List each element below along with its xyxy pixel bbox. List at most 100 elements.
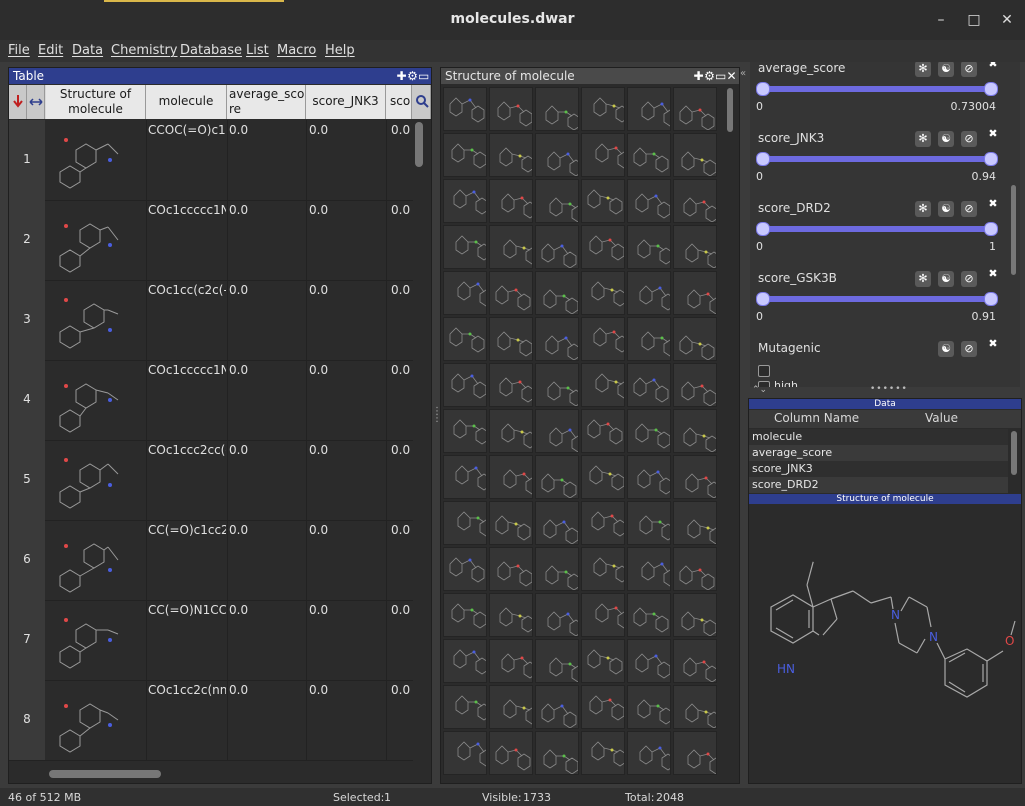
structure-thumbnail[interactable]	[489, 501, 533, 545]
structure-thumbnail[interactable]	[581, 639, 625, 683]
structure-thumbnail[interactable]	[535, 685, 579, 729]
structure-thumbnail[interactable]	[443, 547, 487, 591]
structure-thumbnail[interactable]	[535, 547, 581, 591]
range-slider-track[interactable]	[762, 86, 992, 92]
structure-thumbnail[interactable]	[443, 639, 489, 683]
structure-thumbnail[interactable]	[627, 685, 673, 729]
data-row-molecule[interactable]: molecule	[749, 429, 1008, 445]
structure-thumbnail[interactable]	[535, 363, 583, 407]
structure-thumbnail[interactable]	[581, 501, 627, 545]
structure-thumbnail[interactable]	[535, 731, 579, 775]
structure-thumbnail[interactable]	[673, 179, 719, 223]
data-row-score-drd2[interactable]: score_DRD2	[749, 477, 1008, 493]
structure-thumbnail[interactable]	[535, 501, 579, 545]
structure-thumbnail[interactable]	[627, 363, 671, 407]
structure-thumbnail[interactable]	[581, 593, 631, 637]
structure-thumbnail[interactable]	[581, 731, 627, 775]
structure-thumbnail[interactable]	[489, 593, 535, 637]
data-row-average-score[interactable]: average_score	[749, 445, 1008, 461]
structure-thumbnail[interactable]	[581, 179, 625, 223]
disable-filter-icon[interactable]: ⊘	[961, 131, 977, 147]
sort-down-icon[interactable]	[9, 85, 27, 119]
range-slider-min-knob[interactable]	[756, 292, 770, 306]
range-slider-track[interactable]	[762, 226, 992, 232]
structure-thumbnail[interactable]	[581, 317, 629, 361]
filter-vscroll[interactable]	[1011, 185, 1016, 275]
structure-thumbnail[interactable]	[535, 409, 585, 453]
structure-thumbnail[interactable]	[443, 455, 491, 499]
structure-thumbnail[interactable]	[581, 225, 625, 269]
range-slider-min-knob[interactable]	[756, 82, 770, 96]
range-slider-max-knob[interactable]	[984, 152, 998, 166]
table-row[interactable]: 8 COc1cc2c(nn1 0.0 0.0 0.0	[9, 680, 413, 761]
menu-macro[interactable]: Macro	[277, 43, 316, 58]
structure-thumbnail[interactable]	[673, 685, 719, 729]
minimize-button[interactable]: –	[933, 12, 949, 28]
menu-chemistry[interactable]: Chemistry	[111, 43, 178, 58]
range-slider-min-knob[interactable]	[756, 152, 770, 166]
structure-thumbnail[interactable]	[673, 87, 717, 131]
snowflake-icon[interactable]: ✻	[915, 271, 931, 287]
structure-thumbnail[interactable]	[581, 87, 629, 131]
range-slider-track[interactable]	[762, 296, 992, 302]
structure-thumbnail[interactable]	[673, 225, 719, 269]
maximize-view-icon[interactable]: ▭	[418, 68, 429, 84]
structure-thumbnail[interactable]	[673, 455, 719, 499]
range-slider-track[interactable]	[762, 156, 992, 162]
tools-icon[interactable]: ⚙	[704, 68, 715, 84]
structure-thumbnail[interactable]	[489, 271, 533, 315]
table-row[interactable]: 2 COc1ccccc1N 0.0 0.0 0.0	[9, 200, 413, 281]
range-slider-max-knob[interactable]	[984, 222, 998, 236]
structure-thumbnail[interactable]	[489, 317, 533, 361]
mutagenic-checkbox-1[interactable]	[758, 365, 770, 377]
table-row[interactable]: 5 COc1ccc2cc(- 0.0 0.0 0.0	[9, 440, 413, 521]
close-filter-icon[interactable]: ✖	[988, 198, 998, 209]
structure-thumbnail[interactable]	[673, 593, 717, 637]
structure-thumbnail[interactable]	[673, 363, 717, 407]
structure-thumbnail[interactable]	[627, 179, 671, 223]
close-filter-icon[interactable]: ✖	[988, 128, 998, 139]
collapse-panel-icon[interactable]: «	[740, 68, 748, 82]
maximize-button[interactable]: □	[966, 12, 982, 28]
yin-yang-icon[interactable]: ☯	[938, 131, 954, 147]
structure-thumbnail[interactable]	[673, 271, 719, 315]
structure-thumbnail[interactable]	[627, 547, 677, 591]
structure-thumbnail[interactable]	[627, 501, 675, 545]
data-row-score-jnk3[interactable]: score_JNK3	[749, 461, 1008, 477]
structure-thumbnail[interactable]	[535, 593, 583, 637]
yin-yang-icon[interactable]: ☯	[938, 201, 954, 217]
structure-thumbnail[interactable]	[443, 271, 493, 315]
close-view-icon[interactable]: ✕	[726, 68, 737, 84]
structure-thumbnail[interactable]	[627, 455, 673, 499]
range-slider-min-knob[interactable]	[756, 222, 770, 236]
structure-thumbnail[interactable]	[581, 409, 625, 453]
splitter-handle[interactable]: ⋮ ⋮	[432, 407, 442, 444]
structure-thumbnail[interactable]	[673, 547, 717, 591]
snowflake-icon[interactable]: ✻	[915, 62, 931, 77]
structure-thumbnail[interactable]	[627, 133, 671, 177]
table-hscroll[interactable]	[49, 770, 161, 778]
structure-thumbnail[interactable]	[535, 271, 579, 315]
structure-thumbnail[interactable]	[489, 225, 539, 269]
grid-vscroll[interactable]	[727, 88, 733, 132]
tools-icon[interactable]: ⚙	[407, 68, 418, 84]
table-row[interactable]: 4 COc1ccccc1N 0.0 0.0 0.0	[9, 360, 413, 441]
add-view-icon[interactable]: ✚	[396, 68, 407, 84]
structure-thumbnail[interactable]	[535, 455, 579, 499]
structure-thumbnail[interactable]	[581, 133, 631, 177]
menu-data[interactable]: Data	[72, 43, 103, 58]
data-vscroll[interactable]	[1011, 431, 1017, 475]
structure-thumbnail[interactable]	[443, 593, 487, 637]
structure-thumbnail[interactable]	[489, 133, 535, 177]
disable-filter-icon[interactable]: ⊘	[961, 201, 977, 217]
structure-thumbnail[interactable]	[489, 363, 535, 407]
table-vscroll[interactable]	[415, 122, 423, 167]
table-row[interactable]: 1 CCOC(=O)c1c 0.0 0.0 0.0	[9, 120, 413, 201]
structure-thumbnail[interactable]	[673, 639, 719, 683]
disable-filter-icon[interactable]: ⊘	[961, 341, 977, 357]
structure-thumbnail[interactable]	[673, 409, 719, 453]
range-slider-max-knob[interactable]	[984, 292, 998, 306]
expand-columns-icon[interactable]	[27, 85, 45, 119]
structure-thumbnail[interactable]	[535, 179, 585, 223]
close-filter-icon[interactable]: ✖	[988, 62, 998, 69]
